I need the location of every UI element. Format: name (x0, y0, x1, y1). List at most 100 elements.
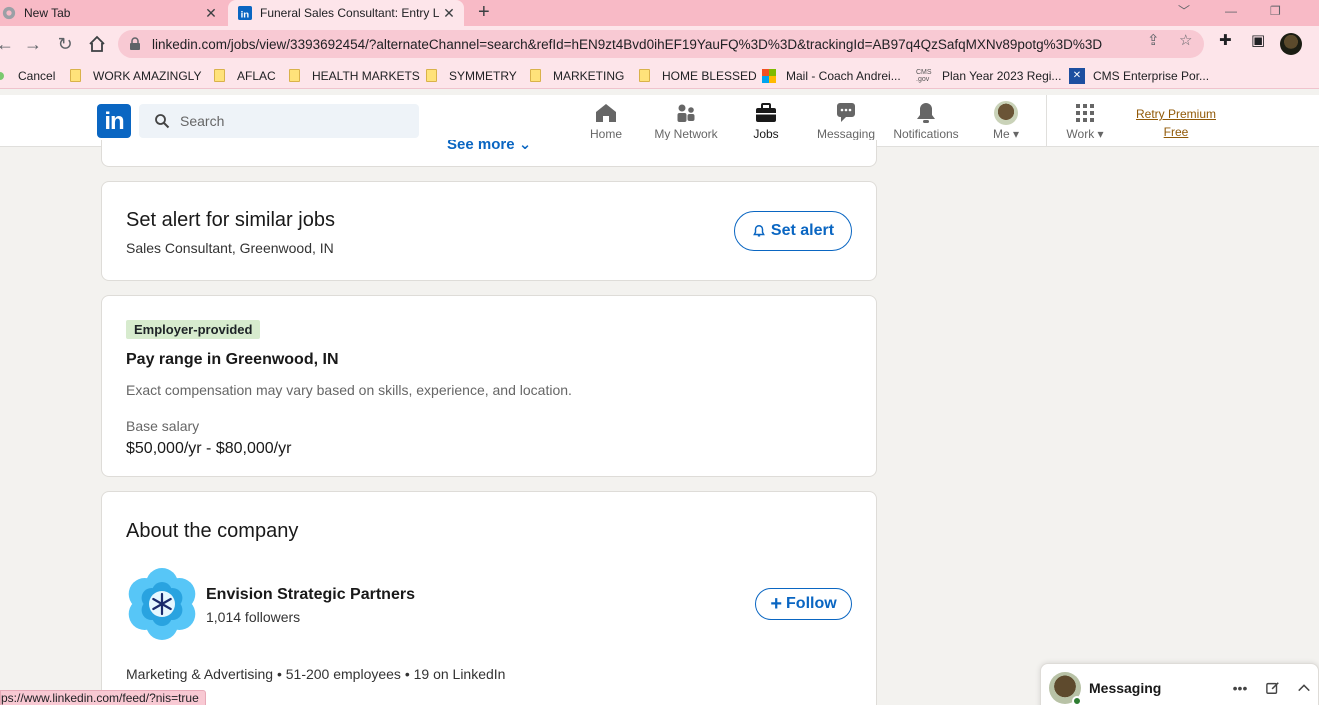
forward-icon[interactable]: → (22, 33, 44, 55)
nav-label: Jobs (753, 127, 779, 141)
alert-title: Set alert for similar jobs (126, 209, 335, 231)
messaging-label: Messaging (1089, 680, 1162, 696)
compose-icon[interactable] (1263, 678, 1283, 698)
folder-icon (530, 69, 541, 82)
follow-button[interactable]: + Follow (755, 588, 852, 620)
caret-down-icon: ▾ (1097, 127, 1104, 141)
share-icon[interactable]: ⇪ (1147, 31, 1160, 49)
bookmark-folder-aflac[interactable]: AFLAC (214, 62, 276, 89)
bookmark-folder-health-markets[interactable]: HEALTH MARKETS (289, 62, 420, 89)
bookmark-label: WORK AMAZINGLY (93, 68, 202, 83)
home-icon (594, 101, 618, 125)
bookmark-label: CMS Enterprise Por... (1093, 68, 1210, 83)
search-input[interactable]: Search (139, 104, 419, 138)
bookmark-folder-work-amazingly[interactable]: WORK AMAZINGLY (70, 62, 201, 89)
company-followers: 1,014 followers (206, 609, 301, 625)
employer-provided-badge: Employer-provided (126, 320, 261, 339)
tab-linkedin-job[interactable]: in Funeral Sales Consultant: Entry Le ✕ (228, 0, 464, 26)
bookmark-label: MARKETING (553, 68, 625, 83)
messaging-overlay[interactable]: Messaging ••• (1040, 663, 1319, 705)
restore-icon[interactable]: ❐ (1270, 0, 1281, 26)
nav-label: Work ▾ (1066, 127, 1104, 141)
bookmark-label: Cancel (18, 68, 56, 83)
company-logo[interactable] (126, 568, 198, 640)
bookmark-cms-enterprise[interactable]: ✕ CMS Enterprise Por... (1069, 62, 1209, 89)
set-alert-label: Set alert (770, 222, 835, 239)
dot-icon (0, 71, 4, 80)
alert-subtitle: Sales Consultant, Greenwood, IN (126, 240, 334, 256)
bookmark-mail[interactable]: Mail - Coach Andrei... (762, 62, 901, 89)
bookmark-folder-symmetry[interactable]: SYMMETRY (426, 62, 517, 89)
bookmark-label: HEALTH MARKETS (312, 68, 420, 83)
more-options-icon[interactable]: ••• (1230, 678, 1250, 698)
search-icon (155, 114, 170, 129)
home-icon[interactable] (86, 33, 108, 55)
linkedin-icon: in (238, 6, 252, 20)
set-alert-button[interactable]: Set alert (734, 211, 852, 251)
url-text: linkedin.com/jobs/view/3393692454/?alter… (152, 36, 1103, 52)
address-bar[interactable]: linkedin.com/jobs/view/3393692454/?alter… (118, 30, 1204, 58)
bookmark-folder-marketing[interactable]: MARKETING (530, 62, 624, 89)
bookmark-label: Mail - Coach Andrei... (786, 68, 901, 83)
online-status-indicator (1072, 696, 1082, 705)
company-name[interactable]: Envision Strategic Partners (206, 586, 415, 604)
lock-icon (130, 37, 140, 50)
chevron-down-icon: ⌄ (518, 140, 532, 153)
follow-label: Follow (786, 595, 837, 612)
job-alert-card: Set alert for similar jobs Sales Consult… (101, 181, 877, 281)
tab-title: Funeral Sales Consultant: Entry Le (260, 6, 440, 20)
minimize-icon[interactable]: — (1225, 0, 1237, 26)
chrome-icon (2, 6, 16, 20)
nav-work[interactable]: Work ▾ (1045, 95, 1125, 147)
base-salary-label: Base salary (126, 418, 200, 434)
company-meta: Marketing & Advertising • 51-200 employe… (126, 666, 506, 682)
search-placeholder: Search (180, 113, 225, 129)
reload-icon[interactable]: ↻ (54, 33, 76, 55)
network-icon (674, 101, 698, 125)
bookmark-label: SYMMETRY (449, 68, 517, 83)
browser-profile-avatar[interactable] (1280, 33, 1302, 55)
close-tab-icon[interactable]: ✕ (440, 5, 458, 22)
microsoft-icon (762, 68, 776, 83)
bell-icon (753, 225, 765, 237)
nav-notifications[interactable]: Notifications (886, 95, 966, 147)
tab-new-tab[interactable]: New Tab ✕ (0, 0, 226, 26)
new-tab-button[interactable]: + (478, 0, 490, 26)
nav-label: My Network (654, 127, 718, 141)
plus-icon: + (770, 593, 783, 615)
pay-range-note: Exact compensation may vary based on ski… (126, 382, 572, 398)
browser-tabstrip: New Tab ✕ in Funeral Sales Consultant: E… (0, 0, 1319, 26)
back-icon[interactable]: ← (0, 33, 16, 55)
bookmark-cancel[interactable]: Cancel (0, 62, 55, 89)
bookmark-star-icon[interactable]: ☆ (1179, 31, 1192, 49)
folder-icon (214, 69, 225, 82)
bookmark-label: HOME BLESSED (662, 68, 757, 83)
folder-icon (70, 69, 81, 82)
caret-down-icon: ▾ (1012, 127, 1020, 141)
nav-me[interactable]: Me ▾ (966, 95, 1046, 147)
bookmarks-bar: Cancel WORK AMAZINGLY AFLAC HEALTH MARKE… (0, 62, 1319, 89)
cms-enterprise-icon: ✕ (1069, 67, 1085, 84)
folder-icon (426, 69, 437, 82)
base-salary-value: $50,000/yr - $80,000/yr (126, 440, 292, 457)
bookmark-plan-year[interactable]: CMS .gov Plan Year 2023 Regi... (916, 62, 1061, 89)
tab-search-icon[interactable]: ﹀ (1178, 0, 1190, 26)
bookmark-folder-home-blessed[interactable]: HOME BLESSED (639, 62, 757, 89)
pay-range-card: Employer-provided Pay range in Greenwood… (101, 295, 877, 477)
nav-label: Notifications (893, 127, 959, 141)
linkedin-logo[interactable]: in (97, 104, 131, 138)
folder-icon (289, 69, 300, 82)
see-more-button[interactable]: See more ⌄ (447, 140, 531, 153)
avatar (994, 101, 1018, 125)
retry-premium-link[interactable]: Retry Premium Free (1128, 105, 1224, 141)
extensions-icon[interactable]: ✚ (1219, 31, 1232, 49)
bookmark-label: Plan Year 2023 Regi... (942, 68, 1062, 83)
about-company-card: About the company Envision Strategic Par… (101, 491, 877, 705)
folder-icon (639, 69, 650, 82)
about-company-heading: About the company (126, 520, 299, 542)
nav-label: Messaging (816, 127, 876, 141)
chevron-up-icon[interactable] (1294, 678, 1314, 698)
close-tab-icon[interactable]: ✕ (202, 5, 220, 22)
side-panel-icon[interactable]: ▣ (1251, 31, 1265, 49)
browser-toolbar: ← → ↻ linkedin.com/jobs/view/3393692454/… (0, 26, 1319, 62)
